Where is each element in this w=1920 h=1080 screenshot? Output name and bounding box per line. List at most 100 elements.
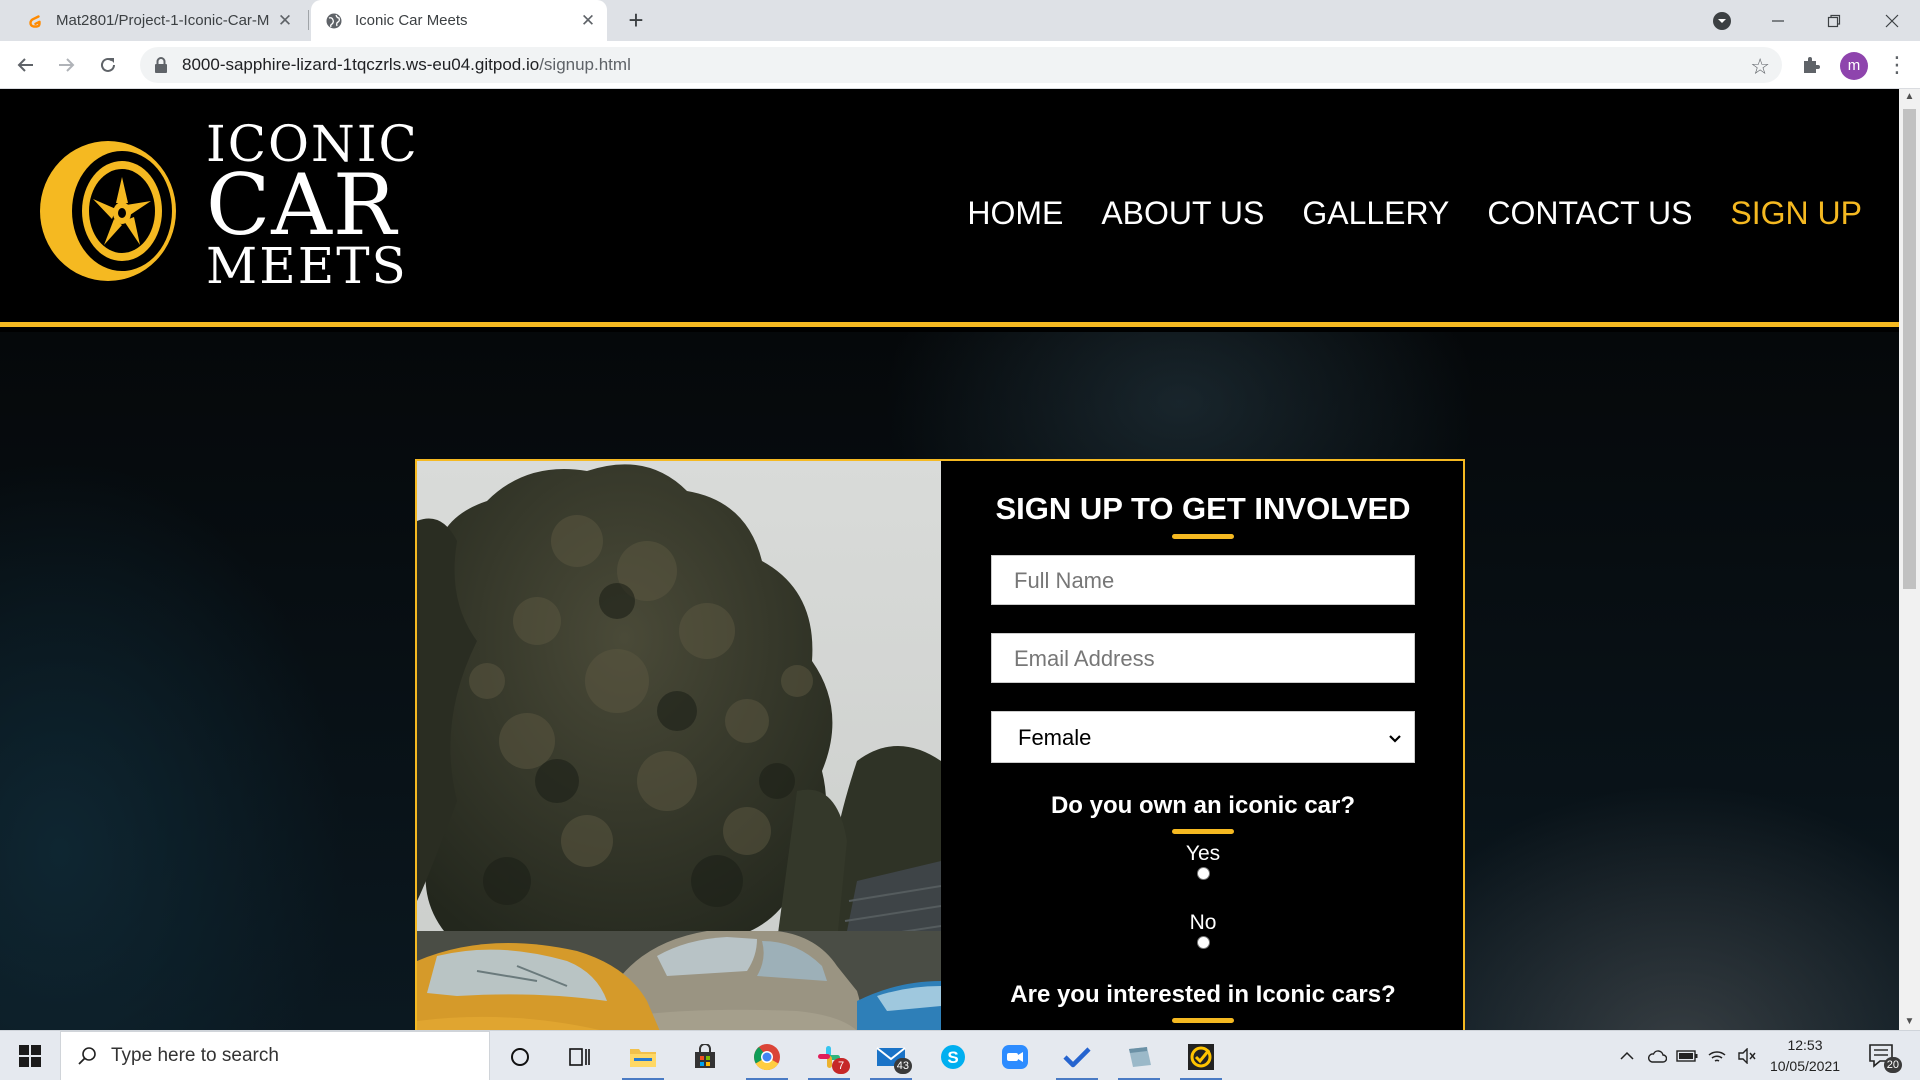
nav-sign-up[interactable]: SIGN UP — [1730, 195, 1862, 232]
bookmark-star-icon[interactable]: ☆ — [1750, 54, 1770, 80]
chevron-down-icon — [1388, 712, 1402, 764]
forward-button[interactable] — [52, 51, 80, 79]
tab-github[interactable]: Mat2801/Project-1-Iconic-Car-M ✕ — [14, 0, 304, 41]
tab-iconic-car-meets[interactable]: Iconic Car Meets ✕ — [311, 0, 607, 41]
mail-badge: 43 — [893, 1058, 912, 1074]
scroll-down-arrow-icon[interactable]: ▼ — [1899, 1014, 1920, 1030]
onedrive-cloud-icon[interactable] — [1642, 1031, 1672, 1080]
search-icon — [78, 1047, 96, 1065]
restore-button[interactable] — [1806, 0, 1862, 41]
zoom-button[interactable] — [990, 1036, 1040, 1078]
notification-center-button[interactable]: 20 — [1866, 1039, 1902, 1073]
nav-gallery[interactable]: GALLERY — [1302, 195, 1449, 232]
search-placeholder: Type here to search — [111, 1045, 279, 1066]
taskbar-search[interactable]: Type here to search — [60, 1031, 490, 1080]
cortana-button[interactable] — [495, 1036, 545, 1078]
forward-arrow-icon — [59, 58, 75, 72]
windows-logo-icon — [19, 1045, 41, 1067]
car-meet-photo — [417, 461, 941, 1030]
app-button[interactable] — [1114, 1036, 1164, 1080]
trees-and-cars-image — [417, 461, 941, 1030]
url-host: 8000-sapphire-lizard-1tqczrls.ws-eu04.gi… — [182, 55, 540, 74]
notification-count: 20 — [1883, 1057, 1902, 1073]
zoom-camera-icon — [1002, 1045, 1028, 1069]
reload-button[interactable] — [94, 51, 122, 79]
radio-yes[interactable] — [1197, 867, 1210, 880]
chrome-icon — [754, 1044, 780, 1071]
page-scrollbar[interactable]: ▲ ▼ — [1899, 89, 1920, 1030]
scroll-up-arrow-icon[interactable]: ▲ — [1899, 89, 1920, 105]
chrome-button[interactable] — [742, 1036, 792, 1080]
task-view-button[interactable] — [555, 1036, 605, 1078]
back-arrow-icon — [17, 58, 33, 72]
nav-contact-us[interactable]: CONTACT US — [1487, 195, 1692, 232]
reload-icon — [101, 57, 115, 72]
globe-icon — [326, 13, 342, 28]
tab-separator — [308, 10, 309, 30]
close-icon[interactable]: ✕ — [579, 11, 597, 31]
store-button[interactable] — [680, 1036, 730, 1078]
wifi-icon[interactable] — [1702, 1031, 1732, 1080]
lock-icon — [155, 57, 167, 73]
signup-card: SIGN UP TO GET INVOLVED Full Name Email … — [415, 459, 1465, 1030]
back-button[interactable] — [12, 51, 40, 79]
tray-overflow-icon[interactable] — [1612, 1031, 1642, 1080]
tab-search-button[interactable] — [1694, 0, 1750, 41]
tab-label: Iconic Car Meets — [355, 12, 468, 29]
extensions-puzzle-icon[interactable] — [1800, 53, 1824, 77]
checkmark-icon — [1063, 1047, 1091, 1068]
main-nav: HOME ABOUT US GALLERY CONTACT US SIGN UP — [967, 195, 1862, 232]
start-button[interactable] — [0, 1031, 60, 1080]
tab-label: Mat2801/Project-1-Iconic-Car-M — [56, 12, 270, 29]
speaker-muted-icon[interactable] — [1732, 1031, 1762, 1080]
address-bar[interactable]: 8000-sapphire-lizard-1tqczrls.ws-eu04.gi… — [140, 47, 1782, 83]
minimize-button[interactable] — [1750, 0, 1806, 41]
todo-button[interactable] — [1052, 1036, 1102, 1080]
question-own-car: Do you own an iconic car? — [1050, 792, 1356, 819]
norton-button[interactable] — [1176, 1036, 1226, 1080]
logo-line-2: CAR — [206, 156, 398, 254]
clock-date: 10/05/2021 — [1769, 1058, 1841, 1074]
store-bag-icon — [695, 1044, 715, 1068]
folder-icon — [630, 1049, 656, 1067]
clock-time: 12:53 — [1787, 1037, 1823, 1053]
question-underline — [1172, 1018, 1234, 1023]
close-icon — [1885, 14, 1899, 27]
logo-line-3: MEETS — [206, 237, 408, 295]
signup-form: SIGN UP TO GET INVOLVED Full Name Email … — [941, 461, 1465, 1030]
battery-icon[interactable] — [1672, 1031, 1702, 1080]
browser-menu-icon[interactable]: ⋮ — [1886, 50, 1908, 80]
nav-about-us[interactable]: ABOUT US — [1101, 195, 1264, 232]
radio-no[interactable] — [1197, 936, 1210, 949]
minimize-icon — [1772, 19, 1784, 22]
system-clock[interactable]: 12:53 10/05/2021 — [1760, 1035, 1850, 1077]
full-name-input[interactable]: Full Name — [991, 555, 1415, 605]
site-logo[interactable]: ICONIC CAR MEETS — [36, 113, 417, 295]
app-window-icon — [1129, 1047, 1151, 1067]
nav-home[interactable]: HOME — [967, 195, 1063, 232]
skype-icon: S — [941, 1045, 965, 1069]
slack-badge: 7 — [832, 1058, 850, 1074]
restore-icon — [1827, 14, 1841, 27]
scrollbar-thumb[interactable] — [1903, 109, 1916, 589]
browser-tab-bar: Mat2801/Project-1-Iconic-Car-M ✕ Iconic … — [0, 0, 1920, 41]
new-tab-button[interactable]: + — [622, 6, 650, 34]
profile-avatar[interactable]: m — [1840, 52, 1868, 80]
skype-button[interactable]: S — [928, 1036, 978, 1078]
slack-button[interactable]: 7 — [804, 1036, 854, 1080]
site-header: ICONIC CAR MEETS HOME ABOUT US GALLERY C… — [0, 89, 1899, 327]
close-icon[interactable]: ✕ — [276, 11, 294, 31]
close-window-button[interactable] — [1864, 0, 1920, 41]
gitpod-favicon-icon — [29, 14, 41, 28]
radio-label-no: No — [1189, 911, 1217, 934]
form-title: SIGN UP TO GET INVOLVED — [995, 491, 1411, 526]
gender-select[interactable]: Female — [991, 711, 1415, 763]
norton-check-icon — [1188, 1044, 1214, 1070]
question-underline — [1172, 829, 1234, 834]
mail-button[interactable]: 43 — [866, 1036, 916, 1080]
windows-taskbar: Type here to search 7 43 S 12:53 10/05/2… — [0, 1030, 1920, 1080]
cortana-circle-icon — [511, 1048, 529, 1066]
email-input[interactable]: Email Address — [991, 633, 1415, 683]
file-explorer-button[interactable] — [618, 1036, 668, 1080]
tire-wheel-icon — [40, 141, 176, 281]
